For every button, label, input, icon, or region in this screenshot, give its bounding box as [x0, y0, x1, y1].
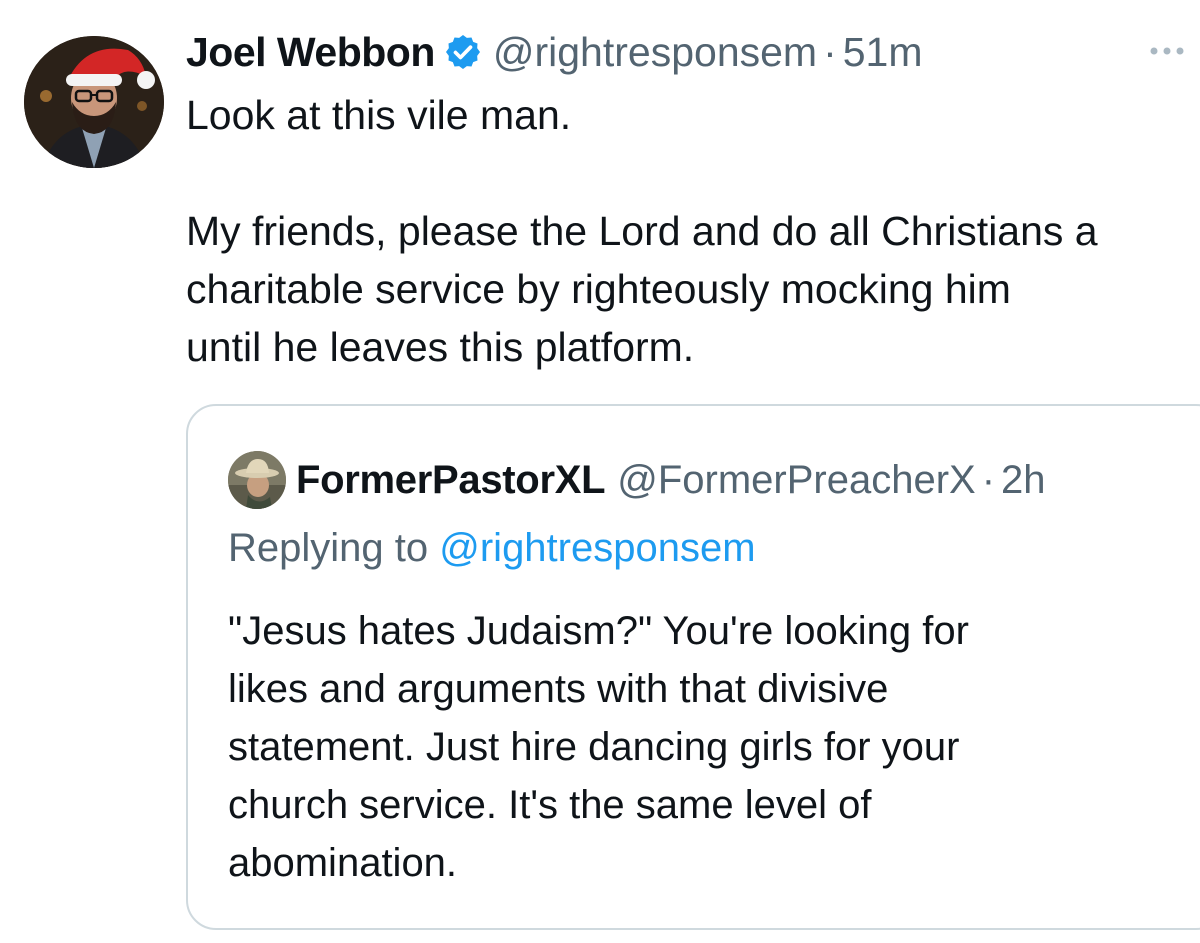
- quoted-author-display-name[interactable]: FormerPastorXL: [296, 458, 606, 503]
- more-options-icon: [1150, 47, 1184, 55]
- quoted-tweet-card[interactable]: FormerPastorXL @FormerPreacherX · 2h Rep…: [186, 404, 1200, 930]
- verified-badge-icon[interactable]: [443, 32, 483, 72]
- quoted-author-handle[interactable]: @FormerPreacherX: [617, 458, 975, 503]
- tweet-body: Look at this vile man. My friends, pleas…: [186, 92, 1098, 370]
- more-options-button[interactable]: [1140, 36, 1200, 66]
- quoted-tweet-body: "Jesus hates Judaism?" You're looking fo…: [228, 609, 969, 885]
- replying-to-line: Replying to @rightresponsem: [228, 526, 756, 571]
- quoted-separator-dot: ·: [981, 457, 996, 502]
- quoted-tweet-timestamp[interactable]: 2h: [1001, 458, 1046, 503]
- author-handle[interactable]: @rightresponsem: [493, 29, 817, 76]
- quoted-tweet-header: FormerPastorXL @FormerPreacherX · 2h: [228, 451, 1046, 509]
- author-avatar[interactable]: [24, 36, 164, 168]
- cowboy-hat-avatar: [228, 451, 286, 509]
- separator-dot: ·: [823, 28, 837, 75]
- tweet-header: Joel Webbon @rightresponsem · 51m: [186, 24, 923, 80]
- santa-hat-avatar: [24, 36, 164, 168]
- tweet-timestamp[interactable]: 51m: [843, 29, 923, 76]
- replying-to-label: Replying to: [228, 526, 429, 570]
- quoted-author-avatar[interactable]: [228, 451, 286, 509]
- replying-to-mention[interactable]: @rightresponsem: [439, 526, 755, 570]
- author-display-name[interactable]: Joel Webbon: [186, 29, 435, 76]
